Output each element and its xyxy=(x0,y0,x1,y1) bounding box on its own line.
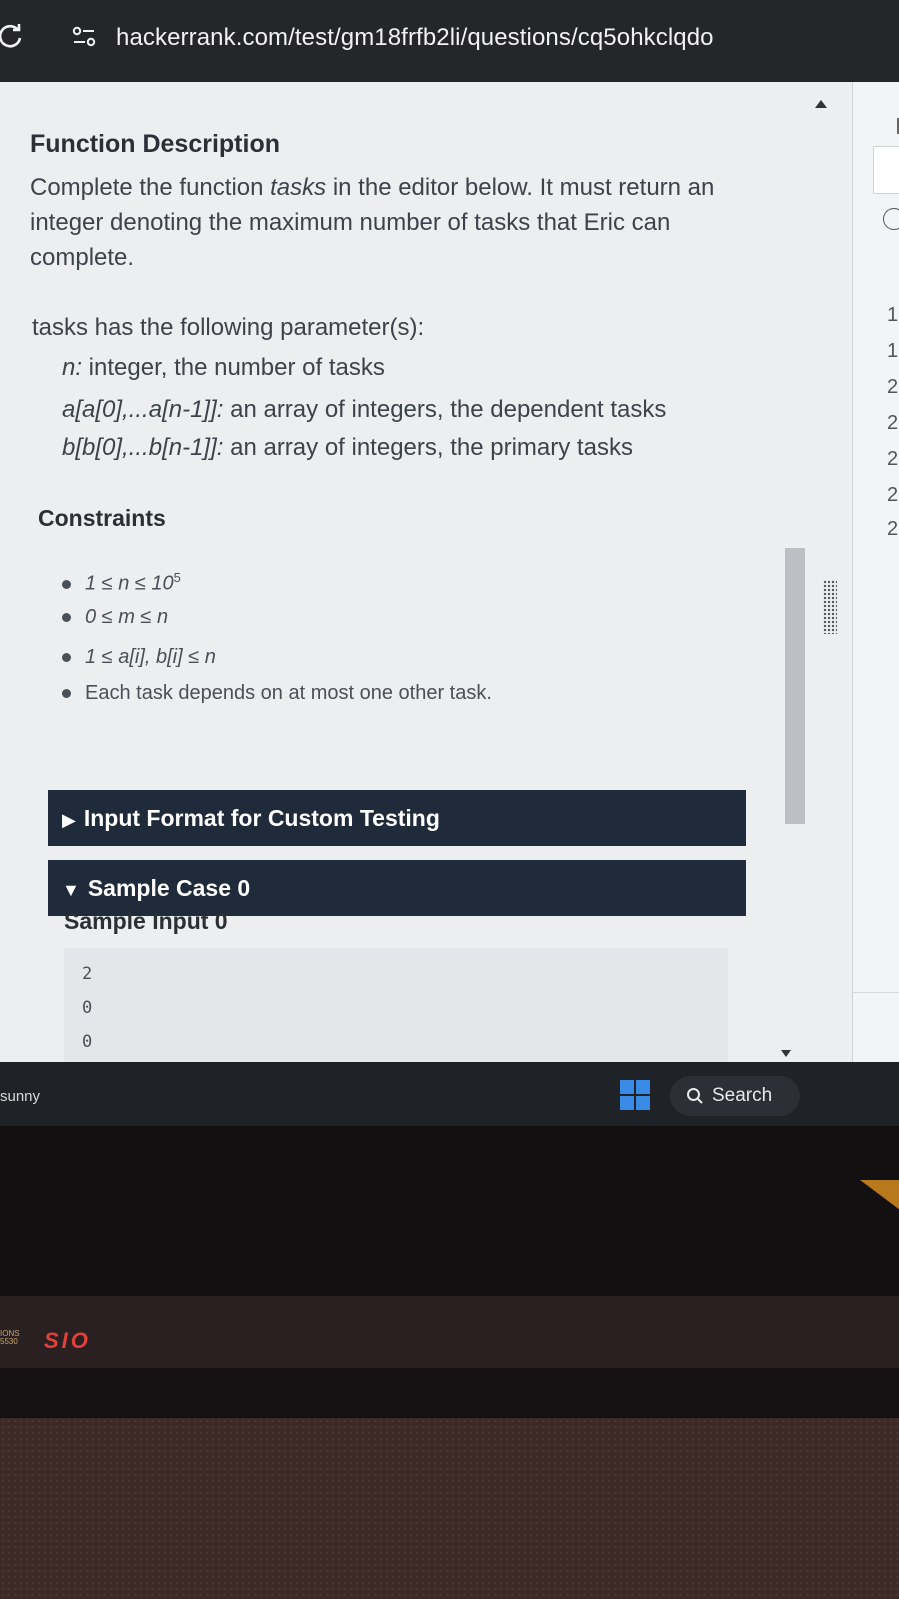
parameter-name: b[b[0],...b[n-1]]: xyxy=(62,434,224,461)
bullet xyxy=(62,613,71,623)
scroll-up-arrow-icon[interactable] xyxy=(815,100,827,108)
laptop-hinge xyxy=(0,1296,899,1368)
language-select[interactable] xyxy=(873,146,899,194)
site-info-icon[interactable] xyxy=(72,26,96,48)
constraint-item: 0 ≤ m ≤ n xyxy=(62,606,168,629)
collapse-arrow-icon: ▼ xyxy=(62,880,80,900)
laptop-keyboard-deck xyxy=(0,1418,899,1599)
browser-toolbar: hackerrank.com/test/gm18frfb2li/question… xyxy=(0,0,899,82)
bullet xyxy=(62,653,71,663)
editor-panel: 1 1 2 2 2 2 2 xyxy=(852,82,899,1062)
constraint-text: Each task depends on at most one other t… xyxy=(85,682,492,704)
constraint-text: 0 ≤ m ≤ n xyxy=(85,606,169,628)
expand-arrow-icon: ▶ xyxy=(62,810,76,830)
bullet xyxy=(62,689,71,699)
sample-input-heading: Sample Input 0 xyxy=(64,908,228,934)
line-number: 1 xyxy=(887,304,899,326)
parameter-text: an array of integers, the dependent task… xyxy=(223,396,667,423)
reload-icon[interactable] xyxy=(0,22,26,52)
constraint-text: 1 ≤ a[i], b[i] ≤ n xyxy=(85,646,216,668)
laptop-deck-edge xyxy=(0,1368,899,1418)
parameter-item: a[a[0],...a[n-1]]: an array of integers,… xyxy=(62,396,666,424)
weather-widget[interactable]: sunny xyxy=(0,1088,40,1105)
parameter-text: an array of integers, the primary tasks xyxy=(223,434,633,461)
line-number: 2 xyxy=(887,518,899,540)
scrollbar-thumb[interactable] xyxy=(785,548,805,824)
windows-start-icon[interactable] xyxy=(620,1080,650,1110)
constraint-text: 1 ≤ n ≤ 10 xyxy=(85,572,174,595)
input-format-label: Input Format for Custom Testing xyxy=(83,805,440,831)
function-description-heading: Function Description xyxy=(30,130,280,158)
function-description-text: Complete the function tasks in the edito… xyxy=(30,170,770,275)
panel-resize-handle[interactable] xyxy=(823,580,837,634)
search-label: Search xyxy=(712,1085,773,1106)
sample-input-line: 0 xyxy=(82,1032,93,1052)
laptop-brand-logo: SIO xyxy=(44,1328,91,1353)
bullet xyxy=(62,579,71,589)
search-icon xyxy=(687,1087,703,1104)
parameter-name: n: xyxy=(62,354,83,381)
parameter-item: b[b[0],...b[n-1]]: an array of integers,… xyxy=(62,434,633,462)
input-format-toggle[interactable]: ▶ Input Format for Custom Testing xyxy=(48,790,746,846)
constraint-item: 1 ≤ a[i], b[i] ≤ n xyxy=(62,646,216,669)
sample-input-line: 0 xyxy=(82,998,93,1018)
line-number: 2 xyxy=(887,412,899,434)
laptop-bezel xyxy=(0,1126,899,1296)
laptop-model-text: IONS 5530 xyxy=(0,1329,20,1346)
scroll-down-arrow-icon[interactable] xyxy=(781,1050,791,1057)
divider xyxy=(853,992,899,993)
sample-case-label: Sample Case 0 xyxy=(87,875,251,901)
parameter-item: n: integer, the number of tasks xyxy=(62,354,385,382)
parameter-name: a[a[0],...a[n-1]]: xyxy=(62,396,224,423)
desc-function-name: tasks xyxy=(270,174,327,201)
address-bar-url[interactable]: hackerrank.com/test/gm18frfb2li/question… xyxy=(116,24,714,52)
problem-statement: Function Description Complete the functi… xyxy=(0,82,780,1062)
parameter-text: integer, the number of tasks xyxy=(82,354,385,381)
line-number: 2 xyxy=(887,448,899,470)
sample-input-line: 2 xyxy=(82,964,93,984)
line-number: 1 xyxy=(887,340,899,362)
constraints-heading: Constraints xyxy=(38,505,166,531)
constraint-item: Each task depends on at most one other t… xyxy=(62,682,492,705)
problem-page: Function Description Complete the functi… xyxy=(0,82,899,1062)
constraint-item: 1 ≤ n ≤ 105 xyxy=(62,570,181,596)
sample-input-block: 2 0 0 xyxy=(64,948,728,1062)
bezel-accent xyxy=(860,1180,899,1210)
line-number: 2 xyxy=(887,484,899,506)
line-number: 2 xyxy=(887,376,899,398)
constraint-exponent: 5 xyxy=(173,570,181,585)
info-icon[interactable] xyxy=(883,208,899,230)
desc-prefix: Complete the function xyxy=(30,174,271,201)
parameters-intro: tasks has the following parameter(s): xyxy=(32,314,425,341)
taskbar-search[interactable]: Search xyxy=(670,1076,800,1116)
